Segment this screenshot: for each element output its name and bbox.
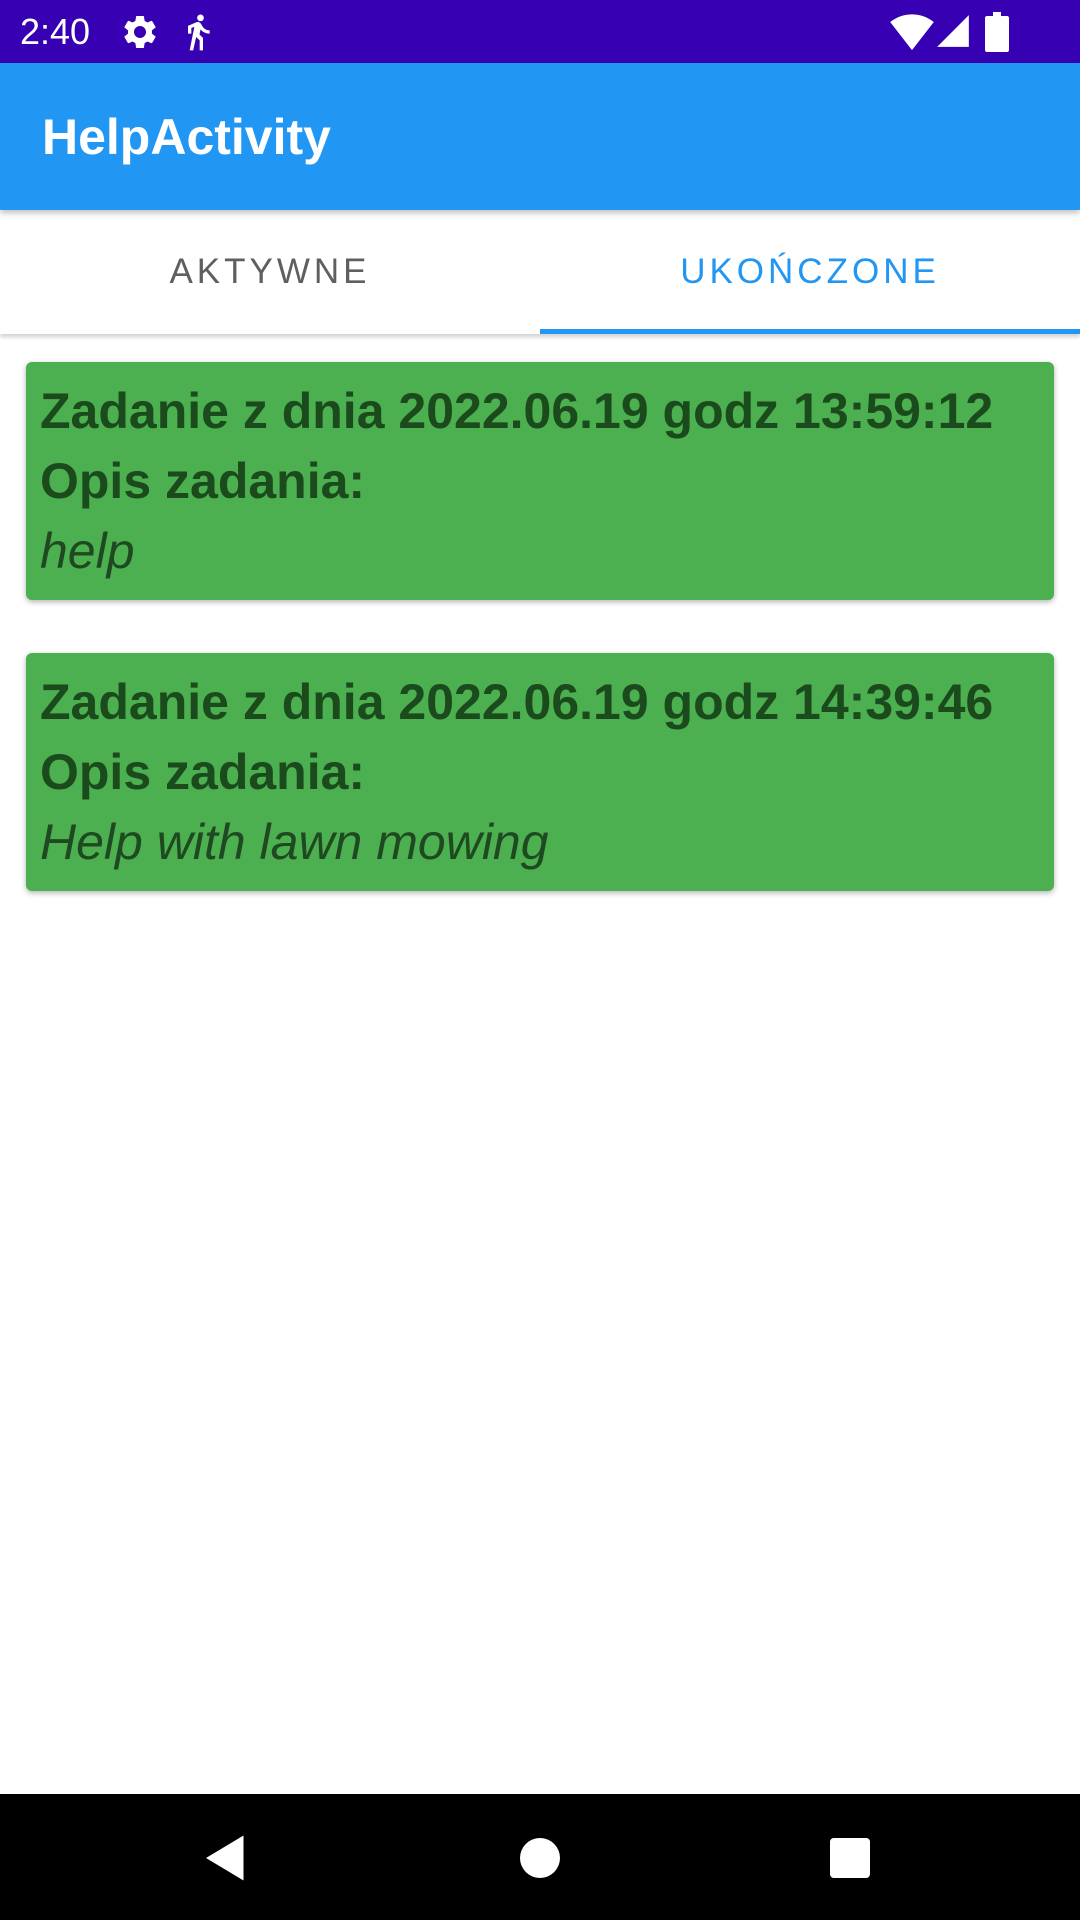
status-time: 2:40 (20, 11, 91, 52)
signal-icon (934, 12, 972, 50)
tab-indicator (540, 329, 1080, 334)
tab-label: AKTYWNE (169, 252, 371, 291)
task-description-label: Opis zadania: (40, 744, 366, 800)
tab-label: UKOŃCZONE (680, 252, 940, 291)
tab-ukonczone[interactable]: UKOŃCZONE (540, 210, 1080, 334)
home-icon[interactable] (510, 1828, 570, 1888)
accessibility-icon (178, 12, 218, 52)
status-bar: 2:40 (0, 0, 1080, 63)
wifi-icon (890, 12, 934, 52)
screen: 2:40 HelpActivity AKTYWNE UKOŃCZONE Zada (0, 0, 1080, 1920)
task-title: Zadanie z dnia 2022.06.19 godz 13:59:12 (40, 383, 994, 439)
back-icon[interactable] (196, 1828, 256, 1888)
page-title: HelpActivity (42, 109, 331, 165)
task-title: Zadanie z dnia 2022.06.19 godz 14:39:46 (40, 674, 994, 730)
task-description: Help with lawn mowing (40, 814, 549, 870)
recents-icon[interactable] (820, 1828, 880, 1888)
navigation-bar (0, 1794, 1080, 1920)
tab-bar: AKTYWNE UKOŃCZONE (0, 210, 1080, 334)
task-description: help (40, 523, 135, 579)
task-card[interactable]: Zadanie z dnia 2022.06.19 godz 14:39:46 … (26, 653, 1054, 891)
task-description-label: Opis zadania: (40, 453, 366, 509)
settings-icon (120, 12, 160, 52)
app-bar: HelpActivity (0, 63, 1080, 210)
task-card[interactable]: Zadanie z dnia 2022.06.19 godz 13:59:12 … (26, 362, 1054, 600)
battery-icon (984, 12, 1010, 52)
tab-aktywne[interactable]: AKTYWNE (0, 210, 540, 334)
